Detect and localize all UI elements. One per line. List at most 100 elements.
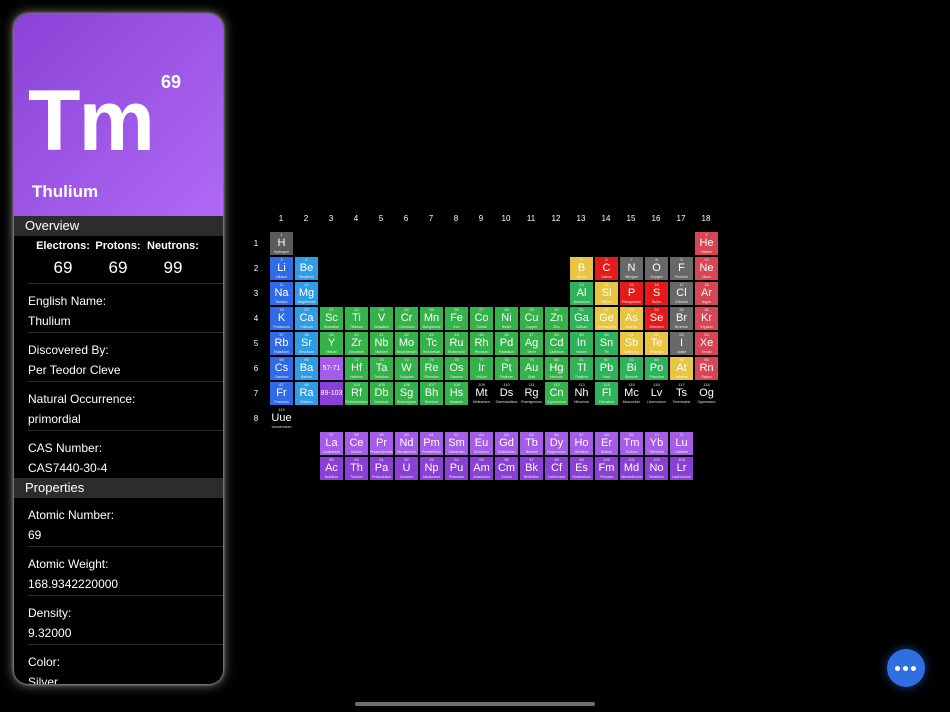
element-cell-cs[interactable]: 55 Cs Caesium xyxy=(270,357,293,380)
element-cell-am[interactable]: 95 Am Americium xyxy=(470,457,493,480)
element-cell-cu[interactable]: 29 Cu Copper xyxy=(520,307,543,330)
element-cell-md[interactable]: 101 Md Mendelevium xyxy=(620,457,643,480)
element-cell-se[interactable]: 34 Se Selenium xyxy=(645,307,668,330)
element-cell-cr[interactable]: 24 Cr Chromium xyxy=(395,307,418,330)
element-cell-cf[interactable]: 98 Cf Californium xyxy=(545,457,568,480)
element-cell-te[interactable]: 52 Te Tellurium xyxy=(645,332,668,355)
element-cell-f[interactable]: 9 F Fluorine xyxy=(670,257,693,280)
element-cell-ca[interactable]: 20 Ca Calcium xyxy=(295,307,318,330)
element-cell-be[interactable]: 4 Be Beryllium xyxy=(295,257,318,280)
element-cell-ho[interactable]: 67 Ho Holmium xyxy=(570,432,593,455)
element-cell-h[interactable]: 1 H Hydrogen xyxy=(270,232,293,255)
element-cell-he[interactable]: 2 He Helium xyxy=(695,232,718,255)
element-cell-pm[interactable]: 61 Pm Promethium xyxy=(420,432,443,455)
element-cell-fr[interactable]: 87 Fr Francium xyxy=(270,382,293,405)
element-cell-pr[interactable]: 59 Pr Praseodymium xyxy=(370,432,393,455)
element-cell-sg[interactable]: 106 Sg Seaborgium xyxy=(395,382,418,405)
element-cell-mg[interactable]: 12 Mg Magnesium xyxy=(295,282,318,305)
element-cell-tl[interactable]: 81 Tl Thallium xyxy=(570,357,593,380)
actinides-placeholder[interactable]: 89-103 xyxy=(320,382,343,405)
element-cell-lu[interactable]: 71 Lu Lutetium xyxy=(670,432,693,455)
element-cell-fl[interactable]: 114 Fl Flerovium xyxy=(595,382,618,405)
element-cell-po[interactable]: 84 Po Polonium xyxy=(645,357,668,380)
element-cell-sr[interactable]: 38 Sr Strontium xyxy=(295,332,318,355)
element-cell-rb[interactable]: 37 Rb Rubidium xyxy=(270,332,293,355)
element-cell-ce[interactable]: 58 Ce Cerium xyxy=(345,432,368,455)
element-cell-pt[interactable]: 78 Pt Platinum xyxy=(495,357,518,380)
element-cell-nd[interactable]: 60 Nd Neodymium xyxy=(395,432,418,455)
element-cell-sm[interactable]: 62 Sm Samarium xyxy=(445,432,468,455)
element-cell-rh[interactable]: 45 Rh Rhodium xyxy=(470,332,493,355)
element-cell-tc[interactable]: 43 Tc Technetium xyxy=(420,332,443,355)
element-cell-sc[interactable]: 21 Sc Scandium xyxy=(320,307,343,330)
element-cell-ta[interactable]: 73 Ta Tantalum xyxy=(370,357,393,380)
element-cell-ni[interactable]: 28 Ni Nickel xyxy=(495,307,518,330)
element-cell-ge[interactable]: 32 Ge Germanium xyxy=(595,307,618,330)
element-cell-s[interactable]: 16 S Sulfur xyxy=(645,282,668,305)
element-cell-np[interactable]: 93 Np Neptunium xyxy=(420,457,443,480)
element-cell-fm[interactable]: 100 Fm Fermium xyxy=(595,457,618,480)
element-cell-tb[interactable]: 65 Tb Terbium xyxy=(520,432,543,455)
element-cell-k[interactable]: 19 K Potassium xyxy=(270,307,293,330)
element-cell-b[interactable]: 5 B Boron xyxy=(570,257,593,280)
element-cell-y[interactable]: 39 Y Yttrium xyxy=(320,332,343,355)
element-cell-lv[interactable]: 116 Lv Livermorium xyxy=(645,382,668,405)
element-cell-yb[interactable]: 70 Yb Ytterbium xyxy=(645,432,668,455)
element-cell-ga[interactable]: 31 Ga Gallium xyxy=(570,307,593,330)
element-cell-hs[interactable]: 108 Hs Hassium xyxy=(445,382,468,405)
element-cell-og[interactable]: 118 Og Oganesson xyxy=(695,382,718,405)
element-cell-es[interactable]: 99 Es Einsteinium xyxy=(570,457,593,480)
element-cell-p[interactable]: 15 P Phosphorus xyxy=(620,282,643,305)
element-cell-sb[interactable]: 51 Sb Antimony xyxy=(620,332,643,355)
element-cell-mo[interactable]: 42 Mo Molybdenum xyxy=(395,332,418,355)
element-cell-o[interactable]: 8 O Oxygen xyxy=(645,257,668,280)
element-cell-hf[interactable]: 72 Hf Hafnium xyxy=(345,357,368,380)
element-cell-ts[interactable]: 117 Ts Tennessine xyxy=(670,382,693,405)
element-cell-al[interactable]: 13 Al Aluminium xyxy=(570,282,593,305)
element-cell-cl[interactable]: 17 Cl Chlorine xyxy=(670,282,693,305)
element-cell-au[interactable]: 79 Au Gold xyxy=(520,357,543,380)
element-cell-rn[interactable]: 86 Rn Radon xyxy=(695,357,718,380)
element-cell-bi[interactable]: 83 Bi Bismuth xyxy=(620,357,643,380)
element-cell-dy[interactable]: 66 Dy Dysprosium xyxy=(545,432,568,455)
element-cell-ra[interactable]: 88 Ra Radium xyxy=(295,382,318,405)
element-cell-cn[interactable]: 112 Cn Copernicium xyxy=(545,382,568,405)
element-cell-sn[interactable]: 50 Sn Tin xyxy=(595,332,618,355)
element-cell-in[interactable]: 49 In Indium xyxy=(570,332,593,355)
element-cell-hg[interactable]: 80 Hg Mercury xyxy=(545,357,568,380)
element-cell-zr[interactable]: 40 Zr Zirconium xyxy=(345,332,368,355)
element-cell-u[interactable]: 92 U Uranium xyxy=(395,457,418,480)
element-cell-nh[interactable]: 113 Nh Nihonium xyxy=(570,382,593,405)
element-cell-rf[interactable]: 104 Rf Rutherfordium xyxy=(345,382,368,405)
element-cell-re[interactable]: 75 Re Rhenium xyxy=(420,357,443,380)
element-cell-ds[interactable]: 110 Ds Darmstadtium xyxy=(495,382,518,405)
element-cell-mc[interactable]: 115 Mc Moscovium xyxy=(620,382,643,405)
element-cell-lr[interactable]: 103 Lr Lawrencium xyxy=(670,457,693,480)
element-cell-pa[interactable]: 91 Pa Protactinium xyxy=(370,457,393,480)
element-cell-zn[interactable]: 30 Zn Zinc xyxy=(545,307,568,330)
element-cell-mt[interactable]: 109 Mt Meitnerium xyxy=(470,382,493,405)
element-cell-er[interactable]: 68 Er Erbium xyxy=(595,432,618,455)
element-cell-i[interactable]: 53 I Iodine xyxy=(670,332,693,355)
element-cell-pb[interactable]: 82 Pb Lead xyxy=(595,357,618,380)
element-cell-db[interactable]: 105 Db Dubnium xyxy=(370,382,393,405)
element-cell-w[interactable]: 74 W Tungsten xyxy=(395,357,418,380)
more-button[interactable] xyxy=(887,649,925,687)
element-cell-os[interactable]: 76 Os Osmium xyxy=(445,357,468,380)
element-cell-na[interactable]: 11 Na Sodium xyxy=(270,282,293,305)
element-cell-gd[interactable]: 64 Gd Gadolinium xyxy=(495,432,518,455)
element-cell-c[interactable]: 6 C Carbon xyxy=(595,257,618,280)
element-cell-co[interactable]: 27 Co Cobalt xyxy=(470,307,493,330)
lanthanides-placeholder[interactable]: 57-71 xyxy=(320,357,343,380)
element-cell-cd[interactable]: 48 Cd Cadmium xyxy=(545,332,568,355)
element-cell-uue[interactable]: 119 Uue Ununennium xyxy=(270,407,293,430)
element-cell-kr[interactable]: 36 Kr Krypton xyxy=(695,307,718,330)
element-cell-fe[interactable]: 26 Fe Iron xyxy=(445,307,468,330)
element-cell-rg[interactable]: 111 Rg Roentgenium xyxy=(520,382,543,405)
element-cell-th[interactable]: 90 Th Thorium xyxy=(345,457,368,480)
element-cell-ar[interactable]: 18 Ar Argon xyxy=(695,282,718,305)
element-cell-bh[interactable]: 107 Bh Bohrium xyxy=(420,382,443,405)
element-cell-no[interactable]: 102 No Nobelium xyxy=(645,457,668,480)
element-cell-cm[interactable]: 96 Cm Curium xyxy=(495,457,518,480)
element-cell-pu[interactable]: 94 Pu Plutonium xyxy=(445,457,468,480)
